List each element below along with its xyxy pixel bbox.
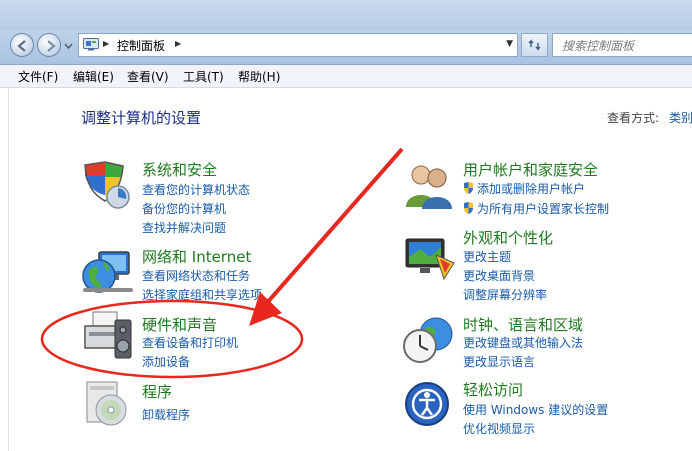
content-pane: 调整计算机的设置 查看方式: 类别 系统和安全 查看您的计算机状态 备份您的计算… bbox=[8, 88, 692, 451]
title-bar bbox=[0, 0, 692, 30]
uac-shield-icon bbox=[464, 202, 473, 214]
link-view-network-status[interactable]: 查看网络状态和任务 bbox=[142, 267, 250, 284]
network-globe-icon[interactable] bbox=[81, 248, 135, 298]
link-uninstall-program[interactable]: 卸载程序 bbox=[142, 406, 190, 423]
arrow-left-icon bbox=[17, 40, 26, 52]
link-change-desktop-background[interactable]: 更改桌面背景 bbox=[463, 267, 535, 284]
ease-of-access-icon[interactable] bbox=[404, 381, 450, 427]
menu-bar: 文件(F) 编辑(E) 查看(V) 工具(T) 帮助(H) bbox=[0, 65, 692, 88]
category-ease-of-access-title[interactable]: 轻松访问 bbox=[463, 379, 523, 400]
printer-speaker-icon[interactable] bbox=[81, 310, 133, 360]
category-appearance-title[interactable]: 外观和个性化 bbox=[463, 227, 553, 248]
link-add-remove-accounts[interactable]: 添加或删除用户帐户 bbox=[463, 180, 585, 197]
refresh-button[interactable] bbox=[521, 33, 548, 57]
page-title: 调整计算机的设置 bbox=[81, 109, 202, 127]
system-security-icon[interactable] bbox=[81, 161, 133, 211]
link-add-device[interactable]: 添加设备 bbox=[142, 353, 190, 370]
category-clock-region-title[interactable]: 时钟、语言和区域 bbox=[463, 314, 583, 335]
link-homegroup-sharing[interactable]: 选择家庭组和共享选项 bbox=[142, 286, 262, 303]
link-troubleshoot[interactable]: 查找并解决问题 bbox=[142, 219, 226, 236]
category-user-accounts-title[interactable]: 用户帐户和家庭安全 bbox=[463, 159, 598, 180]
menu-help[interactable]: 帮助(H) bbox=[238, 68, 280, 85]
refresh-icon bbox=[528, 39, 541, 51]
uac-shield-icon bbox=[464, 182, 473, 194]
address-bar[interactable]: ▶ 控制面板 ▶ ▼ bbox=[78, 33, 518, 57]
category-network-internet-title[interactable]: 网络和 Internet bbox=[142, 246, 251, 267]
navigation-bar: ▶ 控制面板 ▶ ▼ 搜索控制面板 bbox=[0, 30, 692, 65]
control-panel-window: ▶ 控制面板 ▶ ▼ 搜索控制面板 文件(F) 编辑(E) 查看(V) 工具(T… bbox=[0, 0, 692, 451]
breadcrumb-separator-icon[interactable]: ▶ bbox=[103, 39, 109, 48]
menu-file[interactable]: 文件(F) bbox=[18, 68, 58, 85]
arrow-right-icon bbox=[47, 40, 56, 52]
link-backup-computer[interactable]: 备份您的计算机 bbox=[142, 200, 226, 217]
link-adjust-resolution[interactable]: 调整屏幕分辨率 bbox=[463, 286, 547, 303]
menu-view[interactable]: 查看(V) bbox=[127, 68, 169, 85]
category-programs-title[interactable]: 程序 bbox=[142, 381, 172, 402]
back-button[interactable] bbox=[10, 33, 34, 57]
programs-disc-icon[interactable] bbox=[81, 378, 131, 428]
forward-button[interactable] bbox=[37, 33, 61, 57]
link-change-display-language[interactable]: 更改显示语言 bbox=[463, 353, 535, 370]
link-view-computer-status[interactable]: 查看您的计算机状态 bbox=[142, 181, 250, 198]
link-recommended-settings[interactable]: 使用 Windows 建议的设置 bbox=[463, 401, 608, 418]
link-optimize-display[interactable]: 优化视频显示 bbox=[463, 420, 535, 437]
recent-pages-dropdown-icon[interactable] bbox=[64, 42, 73, 50]
search-input[interactable]: 搜索控制面板 bbox=[552, 33, 692, 57]
category-system-security-title[interactable]: 系统和安全 bbox=[142, 159, 217, 180]
breadcrumb-control-panel[interactable]: 控制面板 bbox=[117, 37, 165, 54]
category-hardware-sound-title[interactable]: 硬件和声音 bbox=[142, 314, 217, 335]
control-panel-icon bbox=[83, 38, 99, 51]
menu-tools[interactable]: 工具(T) bbox=[183, 68, 224, 85]
link-add-remove-accounts-label: 添加或删除用户帐户 bbox=[477, 182, 586, 196]
users-icon[interactable] bbox=[404, 163, 454, 209]
link-devices-printers[interactable]: 查看设备和打印机 bbox=[142, 334, 238, 351]
link-change-input-method[interactable]: 更改键盘或其他输入法 bbox=[463, 334, 583, 351]
link-change-theme[interactable]: 更改主题 bbox=[463, 248, 511, 265]
monitor-palette-icon[interactable] bbox=[404, 233, 456, 281]
view-by-dropdown[interactable]: 类别 bbox=[669, 109, 692, 126]
view-by-label: 查看方式: bbox=[607, 111, 660, 125]
link-parental-controls-label: 为所有用户设置家长控制 bbox=[477, 202, 610, 216]
breadcrumb-separator-icon[interactable]: ▶ bbox=[175, 39, 181, 48]
address-dropdown-icon[interactable]: ▼ bbox=[506, 39, 513, 49]
clock-globe-icon[interactable] bbox=[402, 314, 456, 366]
menu-edit[interactable]: 编辑(E) bbox=[73, 68, 114, 85]
link-parental-controls[interactable]: 为所有用户设置家长控制 bbox=[463, 200, 609, 217]
